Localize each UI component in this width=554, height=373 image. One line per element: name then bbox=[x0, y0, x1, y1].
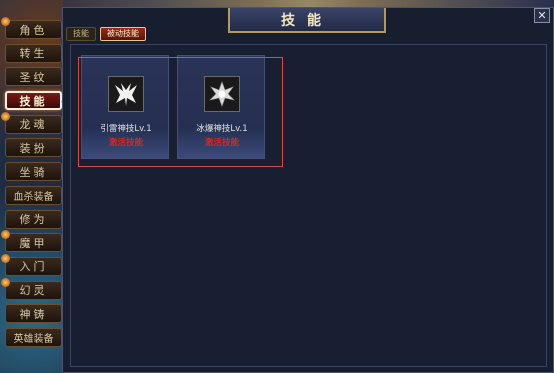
notification-dot bbox=[1, 17, 10, 26]
sidebar-item-dragon-soul[interactable]: 龙魂 bbox=[1, 111, 62, 134]
tab-passive-skills[interactable]: 被动技能 bbox=[100, 27, 146, 41]
tab-skills[interactable]: 技能 bbox=[66, 27, 96, 41]
sidebar-item-rebirth[interactable]: 转生 bbox=[5, 43, 62, 63]
sidebar-item-divine-forge[interactable]: 神铸 bbox=[5, 304, 62, 324]
close-button[interactable]: ✕ bbox=[534, 8, 550, 23]
skill-tabs: 技能 被动技能 bbox=[66, 27, 146, 41]
sidebar-item-label: 神铸 bbox=[19, 307, 48, 321]
sidebar-item-entry[interactable]: 入门 bbox=[1, 253, 62, 276]
sidebar-item-label: 技能 bbox=[19, 94, 48, 108]
notification-dot bbox=[1, 277, 10, 287]
notification-dot bbox=[1, 253, 10, 263]
sidebar-item-label: 魔甲 bbox=[19, 236, 48, 250]
sidebar-item-label: 幻灵 bbox=[19, 284, 48, 298]
sidebar-item-role[interactable]: 角色 bbox=[1, 17, 62, 39]
skill-panel: 技能 ✕ 技能 被动技能 引雷神技Lv.1 激活技能 冰爆神技Lv.1 激活技能 bbox=[62, 7, 554, 373]
sidebar-item-mount[interactable]: 坐骑 bbox=[5, 162, 62, 182]
sidebar-item-label: 转生 bbox=[19, 47, 48, 61]
selection-highlight bbox=[78, 57, 283, 167]
sidebar-item-demon-armor[interactable]: 魔甲 bbox=[1, 230, 62, 253]
sidebar-item-label: 坐骑 bbox=[19, 165, 48, 179]
sidebar-item-label: 入门 bbox=[19, 260, 48, 274]
sidebar-item-cultivation[interactable]: 修为 bbox=[5, 209, 62, 229]
sidebar-item-label: 英雄装备 bbox=[13, 333, 54, 345]
sidebar-item-label: 装扮 bbox=[19, 141, 48, 155]
sidebar-item-label: 圣纹 bbox=[19, 70, 48, 84]
sidebar-item-phantom-spirit[interactable]: 幻灵 bbox=[1, 277, 62, 300]
sidebar-item-label: 角色 bbox=[19, 23, 48, 37]
sidebar: 角色 转生 圣纹 技能 龙魂 装扮 坐骑 血杀装备 修为 魔甲 入门 幻灵 神铸… bbox=[1, 17, 71, 352]
sidebar-item-hero-equipment[interactable]: 英雄装备 bbox=[5, 327, 62, 347]
sidebar-item-blood-equipment[interactable]: 血杀装备 bbox=[5, 185, 62, 205]
notification-dot bbox=[1, 230, 10, 240]
sidebar-item-label: 血杀装备 bbox=[13, 191, 54, 203]
sidebar-item-outfit[interactable]: 装扮 bbox=[5, 138, 62, 158]
notification-dot bbox=[1, 111, 10, 121]
title-ornament bbox=[63, 0, 554, 7]
sidebar-item-label: 龙魂 bbox=[19, 118, 48, 132]
sidebar-item-skills[interactable]: 技能 bbox=[5, 91, 71, 111]
panel-title: 技能 bbox=[228, 8, 386, 33]
sidebar-item-label: 修为 bbox=[19, 213, 48, 226]
sidebar-item-holy-pattern[interactable]: 圣纹 bbox=[5, 67, 62, 87]
